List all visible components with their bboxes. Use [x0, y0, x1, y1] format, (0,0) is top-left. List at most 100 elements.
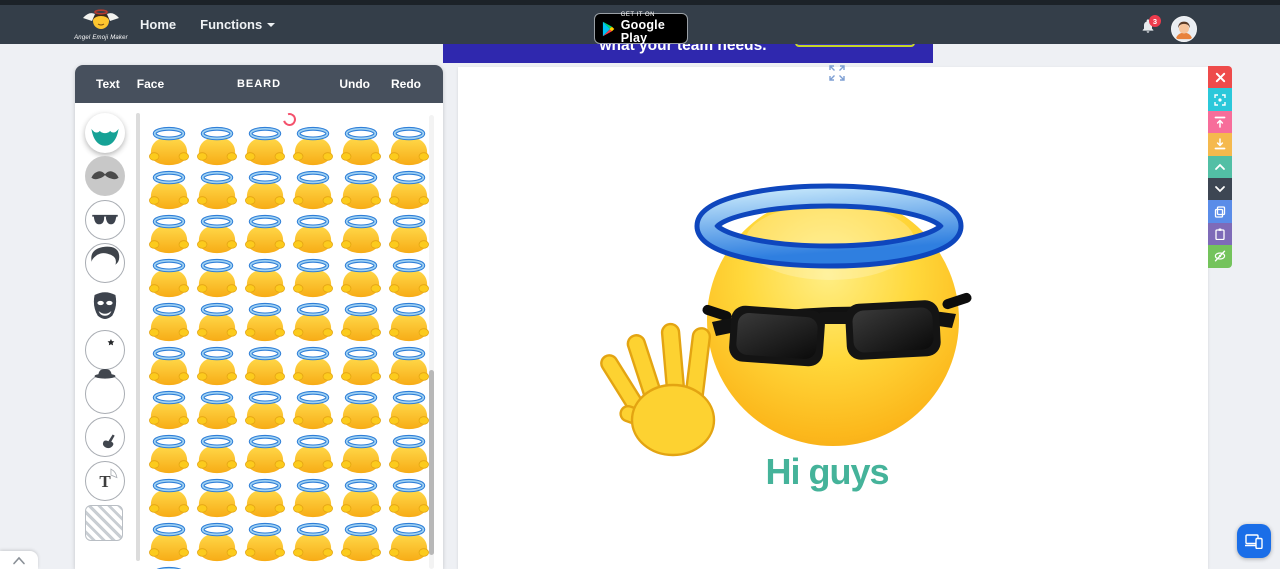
- angel-emoji-sticker[interactable]: [289, 123, 337, 167]
- center-element-button[interactable]: [1208, 88, 1232, 111]
- angel-emoji-sticker[interactable]: [145, 431, 193, 475]
- brand-logo[interactable]: Angel Emoji Maker: [68, 7, 134, 47]
- angel-emoji-sticker[interactable]: [337, 299, 385, 343]
- angel-emoji-sticker[interactable]: [241, 475, 289, 519]
- emoji-composition: Hi guys: [598, 183, 972, 492]
- angel-emoji-sticker[interactable]: [241, 343, 289, 387]
- angel-emoji-sticker[interactable]: [193, 387, 241, 431]
- category-text[interactable]: T: [85, 461, 125, 501]
- paste-element-button[interactable]: [1208, 222, 1232, 246]
- category-sunglasses[interactable]: [85, 200, 125, 240]
- ad-banner[interactable]: what your team needs.: [443, 44, 933, 63]
- angel-emoji-sticker[interactable]: [193, 519, 241, 563]
- angel-emoji-sticker[interactable]: [289, 475, 337, 519]
- angel-emoji-sticker[interactable]: [289, 519, 337, 563]
- fullscreen-expand-icon[interactable]: [828, 64, 846, 82]
- angel-emoji-sticker[interactable]: [337, 343, 385, 387]
- copy-element-button[interactable]: [1208, 200, 1232, 223]
- angel-emoji-sticker[interactable]: [385, 167, 433, 211]
- redo-button[interactable]: Redo: [391, 77, 421, 91]
- canvas-caption-text[interactable]: Hi guys: [765, 451, 889, 492]
- angel-emoji-sticker[interactable]: [145, 255, 193, 299]
- angel-emoji-sticker[interactable]: [385, 211, 433, 255]
- angel-emoji-sticker[interactable]: [385, 343, 433, 387]
- angel-emoji-sticker[interactable]: [289, 387, 337, 431]
- angel-emoji-sticker[interactable]: [241, 211, 289, 255]
- layer-down-button[interactable]: [1208, 177, 1232, 201]
- angel-emoji-sticker[interactable]: [193, 343, 241, 387]
- angel-emoji-sticker[interactable]: [241, 167, 289, 211]
- ad-expand-tab[interactable]: [0, 551, 38, 569]
- angel-emoji-sticker[interactable]: [241, 519, 289, 563]
- angel-emoji-sticker[interactable]: [193, 255, 241, 299]
- angel-emoji-sticker[interactable]: [193, 167, 241, 211]
- angel-emoji-sticker[interactable]: [289, 343, 337, 387]
- angel-emoji-sticker[interactable]: [145, 299, 193, 343]
- angel-emoji-sticker[interactable]: [337, 475, 385, 519]
- hide-element-button[interactable]: [1208, 245, 1232, 268]
- angel-emoji-sticker[interactable]: [385, 431, 433, 475]
- category-mask[interactable]: [85, 287, 125, 327]
- angel-emoji-sticker[interactable]: [241, 255, 289, 299]
- angel-emoji-sticker[interactable]: [289, 211, 337, 255]
- delete-element-button[interactable]: [1208, 66, 1232, 89]
- category-hair[interactable]: [85, 243, 125, 283]
- angel-emoji-sticker[interactable]: [385, 475, 433, 519]
- angel-emoji-sticker[interactable]: [145, 563, 193, 569]
- angel-emoji-sticker[interactable]: [193, 123, 241, 167]
- angel-emoji-sticker[interactable]: [145, 387, 193, 431]
- tab-face[interactable]: Face: [137, 77, 164, 91]
- angel-emoji-sticker[interactable]: [193, 211, 241, 255]
- ad-banner-button[interactable]: [795, 44, 915, 47]
- angel-emoji-sticker[interactable]: [337, 211, 385, 255]
- category-background[interactable]: [85, 505, 123, 541]
- angel-emoji-sticker[interactable]: [145, 519, 193, 563]
- angel-emoji-sticker[interactable]: [193, 299, 241, 343]
- category-beard[interactable]: [85, 113, 125, 153]
- angel-emoji-sticker[interactable]: [385, 255, 433, 299]
- align-bottom-button[interactable]: [1208, 133, 1232, 156]
- angel-emoji-sticker[interactable]: [241, 387, 289, 431]
- angel-emoji-sticker[interactable]: [145, 167, 193, 211]
- angel-emoji-sticker[interactable]: [241, 299, 289, 343]
- angel-emoji-sticker[interactable]: [385, 387, 433, 431]
- angel-emoji-sticker[interactable]: [385, 123, 433, 167]
- angel-emoji-sticker[interactable]: [145, 123, 193, 167]
- category-hand[interactable]: [85, 417, 125, 457]
- angel-emoji-sticker[interactable]: [289, 167, 337, 211]
- angel-emoji-sticker[interactable]: [145, 475, 193, 519]
- nav-functions-link[interactable]: Functions: [200, 17, 276, 32]
- layer-up-button[interactable]: [1208, 155, 1232, 178]
- angel-emoji-sticker[interactable]: [193, 431, 241, 475]
- category-hat[interactable]: [85, 369, 125, 414]
- angel-emoji-sticker[interactable]: [385, 299, 433, 343]
- vulcan-salute-hand-element[interactable]: [598, 322, 716, 457]
- angel-emoji-sticker[interactable]: [145, 343, 193, 387]
- angel-emoji-sticker[interactable]: [289, 299, 337, 343]
- sidebar-scrollbar[interactable]: [136, 113, 140, 561]
- angel-emoji-sticker[interactable]: [145, 211, 193, 255]
- notifications-button[interactable]: 3: [1140, 15, 1162, 40]
- align-top-button[interactable]: [1208, 110, 1232, 134]
- angel-emoji-sticker[interactable]: [385, 519, 433, 563]
- grid-scrollbar-thumb[interactable]: [429, 370, 434, 555]
- angel-emoji-sticker[interactable]: [337, 387, 385, 431]
- angel-emoji-sticker[interactable]: [337, 431, 385, 475]
- device-preview-button[interactable]: [1237, 524, 1271, 558]
- angel-emoji-sticker[interactable]: [337, 255, 385, 299]
- angel-emoji-sticker[interactable]: [241, 431, 289, 475]
- google-play-badge[interactable]: GET IT ON Google Play: [594, 12, 688, 45]
- category-sticker[interactable]: [85, 330, 125, 370]
- angel-emoji-sticker[interactable]: [337, 519, 385, 563]
- angel-emoji-sticker[interactable]: [193, 475, 241, 519]
- angel-emoji-sticker[interactable]: [337, 167, 385, 211]
- user-avatar[interactable]: [1171, 16, 1197, 42]
- category-mustache[interactable]: [85, 156, 125, 196]
- angel-emoji-sticker[interactable]: [241, 123, 289, 167]
- angel-emoji-sticker[interactable]: [337, 123, 385, 167]
- angel-emoji-sticker[interactable]: [289, 255, 337, 299]
- angel-emoji-sticker[interactable]: [289, 431, 337, 475]
- nav-home-link[interactable]: Home: [140, 17, 176, 32]
- tab-text[interactable]: Text: [96, 77, 120, 91]
- undo-button[interactable]: Undo: [339, 77, 370, 91]
